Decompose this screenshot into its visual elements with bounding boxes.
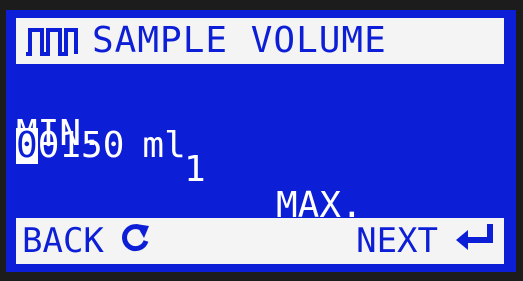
volume-value: 0150 [37, 125, 125, 166]
range-row: MIN. 1 MAX. 250 [16, 80, 504, 260]
back-button[interactable]: BACK [22, 220, 152, 263]
device-bezel: SAMPLE VOLUME MIN. 1 MAX. 250 00150 ml BA… [0, 0, 523, 281]
lcd-screen: SAMPLE VOLUME MIN. 1 MAX. 250 00150 ml BA… [6, 10, 516, 272]
next-label: NEXT [356, 221, 438, 261]
page-title: SAMPLE VOLUME [92, 20, 387, 61]
square-wave-icon [24, 26, 80, 56]
back-label: BACK [22, 221, 104, 261]
refresh-icon [118, 220, 152, 263]
edit-cursor-digit[interactable]: 0 [16, 128, 38, 164]
volume-input[interactable]: 0 0150 ml [16, 128, 186, 164]
title-bar: SAMPLE VOLUME [16, 18, 504, 64]
enter-icon [454, 221, 496, 261]
next-button[interactable]: NEXT [356, 221, 496, 261]
min-value: 1 [184, 149, 206, 190]
footer-bar: BACK NEXT [16, 218, 504, 264]
volume-unit: ml [142, 125, 186, 166]
